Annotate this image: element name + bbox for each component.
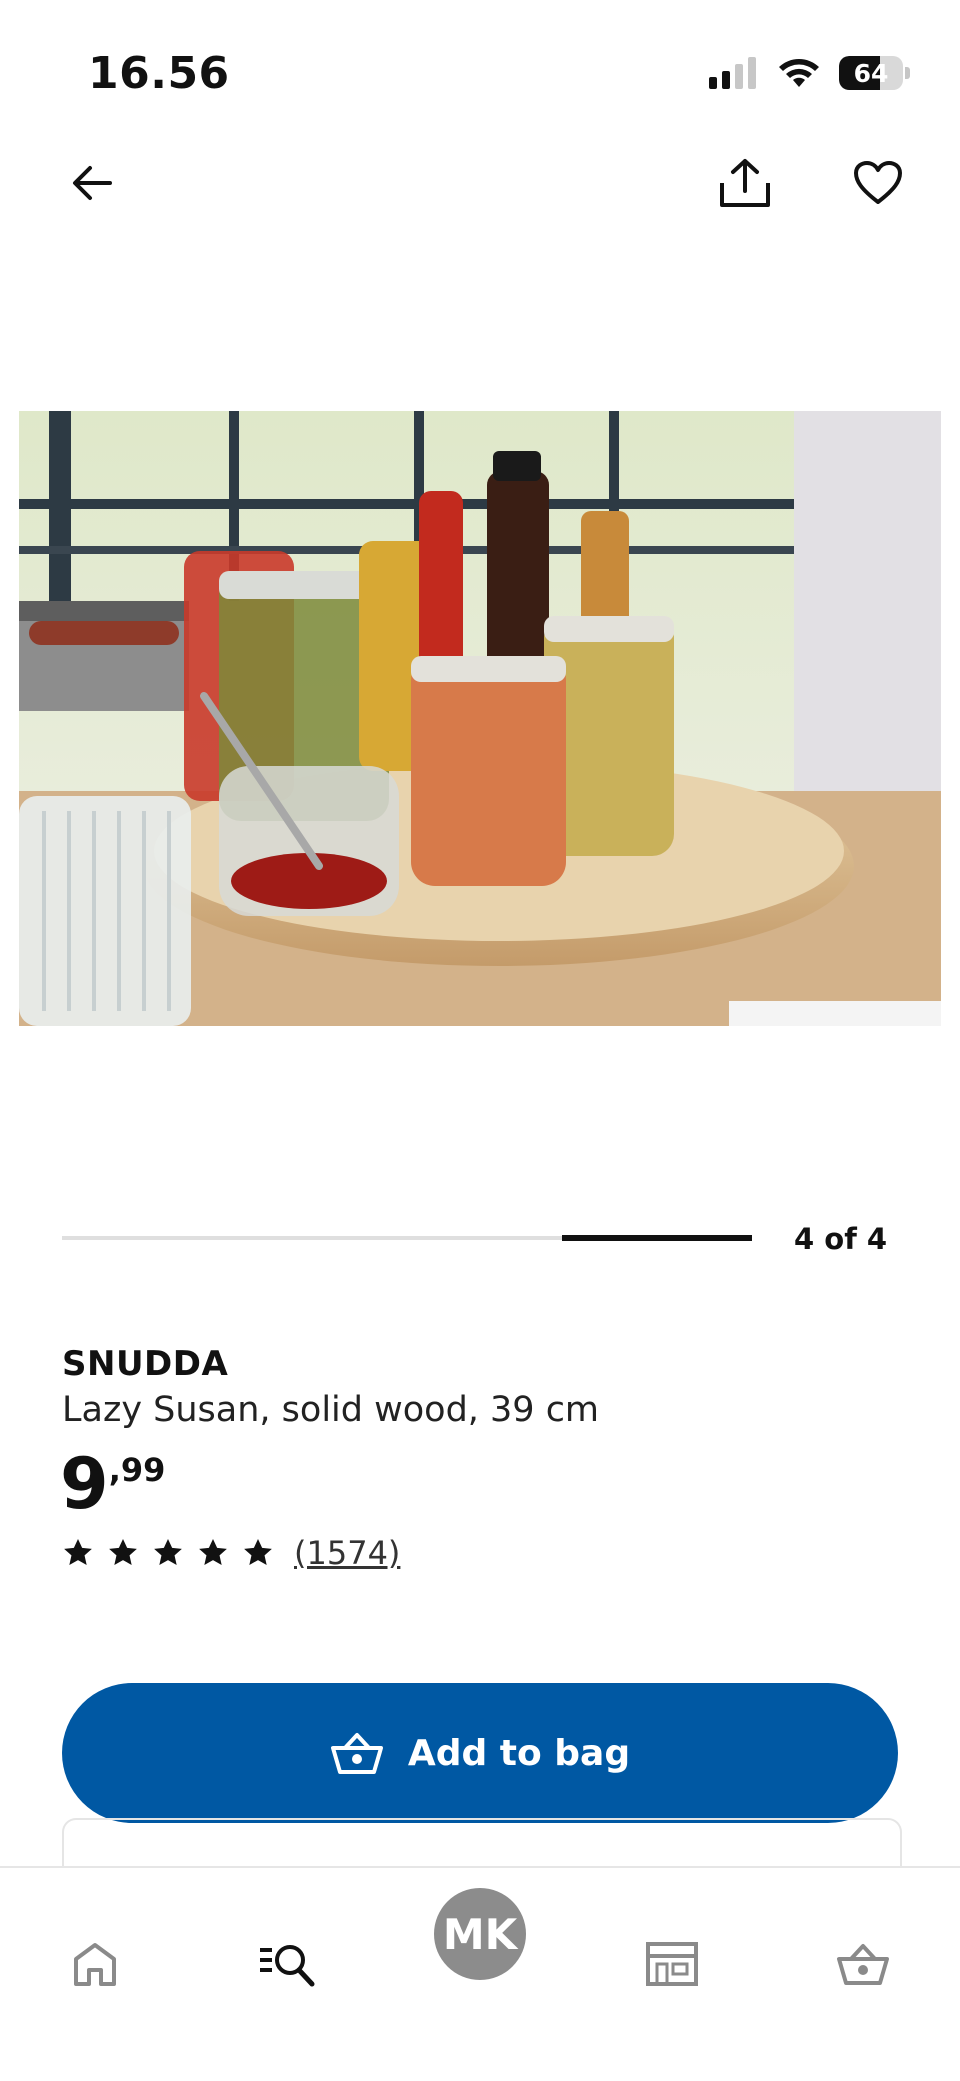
basket-icon (837, 1944, 889, 1985)
product-photo[interactable] (19, 411, 941, 1026)
product-rating[interactable]: (1574) (62, 1534, 400, 1572)
signal-icon (709, 57, 756, 89)
add-to-bag-label: Add to bag (407, 1732, 631, 1774)
add-to-bag-button[interactable]: Add to bag (62, 1683, 898, 1823)
search-icon (260, 1945, 315, 1987)
nav-stores[interactable] (632, 1924, 712, 2004)
price-decimal: ,99 (108, 1451, 166, 1489)
nav-profile-avatar[interactable]: MK (434, 1888, 526, 1980)
favorite-button[interactable] (838, 143, 918, 223)
share-button[interactable] (705, 143, 785, 223)
arrow-left-icon (73, 166, 112, 200)
bottom-nav: MK (0, 1866, 960, 2081)
wifi-icon (779, 59, 819, 87)
battery-icon: 64 (839, 56, 903, 90)
product-name: SNUDDA (62, 1344, 229, 1384)
review-count-link[interactable]: (1574) (294, 1534, 400, 1572)
battery-tip (905, 67, 910, 79)
battery-percent: 64 (853, 58, 889, 88)
status-icons: 64 (709, 56, 910, 90)
image-counter: 4 of 4 (794, 1222, 888, 1256)
star-icon (64, 1539, 92, 1565)
nav-home[interactable] (55, 1924, 135, 2004)
star-icon (244, 1539, 272, 1565)
carousel-progress-indicator (562, 1235, 752, 1241)
back-button[interactable] (52, 143, 132, 223)
rating-stars (62, 1537, 274, 1569)
product-description: Lazy Susan, solid wood, 39 cm (62, 1390, 600, 1430)
home-icon (74, 1943, 116, 1986)
star-icon (199, 1539, 227, 1565)
share-icon (720, 159, 770, 207)
star-icon (154, 1539, 182, 1565)
product-price: 9 ,99 (60, 1444, 165, 1524)
nav-bag[interactable] (823, 1924, 903, 2004)
basket-icon (330, 1733, 383, 1774)
status-time: 16.56 (88, 48, 230, 99)
carousel-progress (62, 1235, 752, 1241)
heart-icon (854, 161, 902, 204)
nav-search[interactable] (248, 1924, 328, 2004)
price-integer: 9 (60, 1443, 109, 1525)
store-icon (646, 1942, 698, 1986)
star-icon (109, 1539, 137, 1565)
